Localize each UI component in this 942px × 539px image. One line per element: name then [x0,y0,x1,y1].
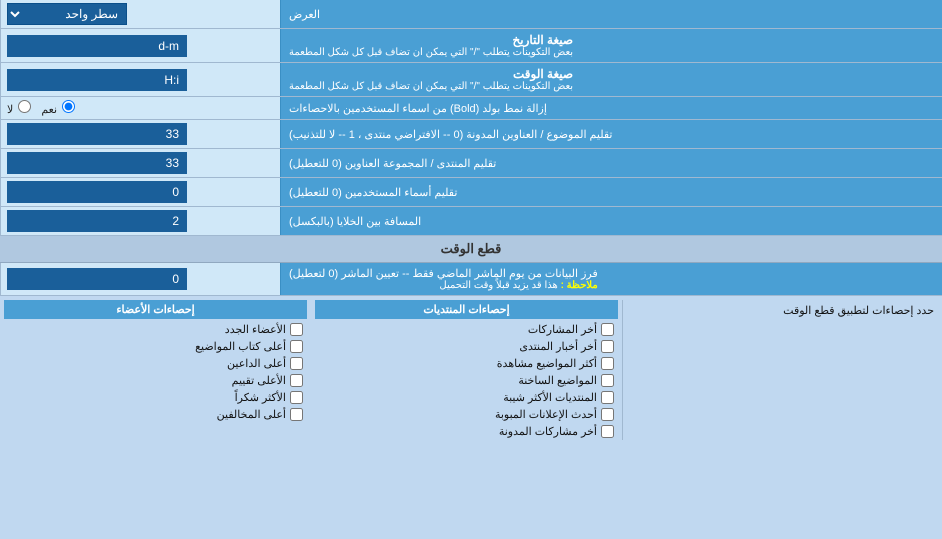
bold-yes-radio[interactable] [62,100,75,113]
input-trim-usernames [0,178,280,206]
stats-col-forums-title: إحصاءات المنتديات [315,300,618,319]
date-format-input[interactable] [7,35,187,57]
label-time-format: صيغة الوقت بعض التكوينات يتطلب "/" التي … [280,63,942,96]
label-bold-remove: إزالة نمط بولد (Bold) من اسماء المستخدمي… [280,97,942,119]
input-display: سطر واحد سطرين ثلاثة أسطر [0,0,280,28]
cb-last-news: أخر أخبار المنتدى [315,338,618,355]
stats-col-forums: إحصاءات المنتديات أخر المشاركات أخر أخبا… [311,300,623,440]
stats-col-members: إحصاءات الأعضاء الأعضاء الجدد أعلى كتاب … [0,300,311,440]
input-time-format [0,63,280,96]
trim-usernames-input[interactable] [7,181,187,203]
label-cell-spacing: المسافة بين الخلايا (بالبكسل) [280,207,942,235]
cb-most-popular-forums: المنتديات الأكثر شيبة [315,389,618,406]
cb-last-blog-posts: أخر مشاركات المدونة [315,423,618,440]
label-trim-subject: تقليم الموضوع / العناوين المدونة (0 -- ا… [280,120,942,148]
input-cell-spacing [0,207,280,235]
label-cutoff-data: فرز البيانات من يوم الماشر الماضي فقط --… [280,263,942,295]
bold-radio-group: نعم لا [7,100,77,116]
cutoff-data-input[interactable] [7,268,187,290]
label-trim-forum: تقليم المنتدى / المجموعة العناوين (0 للت… [280,149,942,177]
cb-top-rated: الأعلى تقييم [4,372,307,389]
trim-subject-input[interactable] [7,123,187,145]
row-date-format: صيغة التاريخ بعض التكوينات يتطلب "/" الت… [0,29,942,63]
cb-top-violations: أعلى المخالفين [4,406,307,423]
cb-most-viewed: أكثر المواضيع مشاهدة [315,355,618,372]
row-bold-remove: إزالة نمط بولد (Bold) من اسماء المستخدمي… [0,97,942,120]
bold-no-radio[interactable] [18,100,31,113]
row-time-format: صيغة الوقت بعض التكوينات يتطلب "/" التي … [0,63,942,97]
row-trim-subject: تقليم الموضوع / العناوين المدونة (0 -- ا… [0,120,942,149]
label-date-format: صيغة التاريخ بعض التكوينات يتطلب "/" الت… [280,29,942,62]
label-display: العرض [280,0,942,28]
label-trim-usernames: تقليم أسماء المستخدمين (0 للتعطيل) [280,178,942,206]
stats-section: حدد إحصاءات لتطبيق قطع الوقت إحصاءات الم… [0,296,942,444]
cell-spacing-input[interactable] [7,210,187,232]
row-display: العرض سطر واحد سطرين ثلاثة أسطر [0,0,942,29]
cb-new-members: الأعضاء الجدد [4,321,307,338]
time-format-input[interactable] [7,69,187,91]
input-trim-subject [0,120,280,148]
input-bold-remove: نعم لا [0,97,280,119]
cb-hot-topics: المواضيع الساخنة [315,372,618,389]
cb-top-inviters: أعلى الداعين [4,355,307,372]
input-trim-forum [0,149,280,177]
input-date-format [0,29,280,62]
display-select[interactable]: سطر واحد سطرين ثلاثة أسطر [7,3,127,25]
row-cell-spacing: المسافة بين الخلايا (بالبكسل) [0,207,942,236]
row-trim-usernames: تقليم أسماء المستخدمين (0 للتعطيل) [0,178,942,207]
cb-last-posts: أخر المشاركات [315,321,618,338]
cb-most-thanked: الأكثر شكراً [4,389,307,406]
cb-top-writers: أعلى كتاب المواضيع [4,338,307,355]
stats-col-members-title: إحصاءات الأعضاء [4,300,307,319]
row-trim-forum: تقليم المنتدى / المجموعة العناوين (0 للت… [0,149,942,178]
trim-forum-input[interactable] [7,152,187,174]
stats-apply-label: حدد إحصاءات لتطبيق قطع الوقت [623,300,942,440]
cutoff-section-header: قطع الوقت [0,236,942,263]
cb-latest-classifieds: أحدث الإعلانات المبوبة [315,406,618,423]
input-cutoff-data [0,263,280,295]
row-cutoff-data: فرز البيانات من يوم الماشر الماضي فقط --… [0,263,942,296]
